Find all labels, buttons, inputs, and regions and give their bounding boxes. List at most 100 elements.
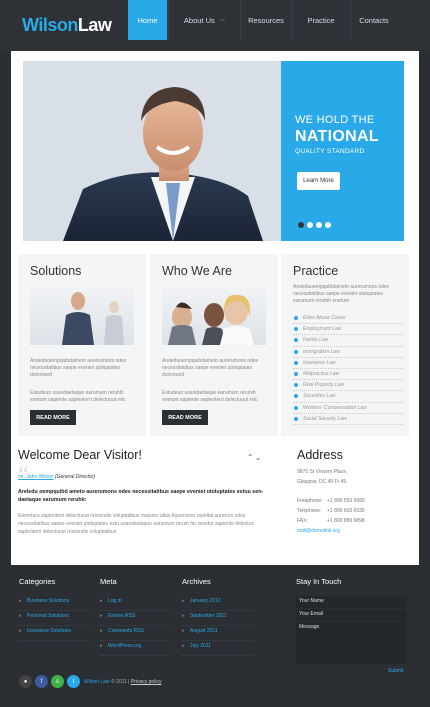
copyright-brand: Wilson Law <box>84 679 110 685</box>
footer-archive-link[interactable]: August 2011 <box>182 626 254 641</box>
address-title: Address <box>297 448 343 462</box>
nav-resources-label: Resources <box>248 15 284 25</box>
nav-contacts-label: Contacts <box>359 15 389 25</box>
footer-archive-link[interactable]: September 2011 <box>182 611 254 626</box>
nav-home[interactable]: Home <box>128 0 168 40</box>
site-header: WilsonLaw Home About Us ⌵ Resources Pract… <box>0 0 430 50</box>
testimonial-arrows: ⌃⌄ <box>247 453 262 462</box>
solutions-text-1: Areleduoempquibdameto aurerumons odes ne… <box>30 358 127 378</box>
freephone-value: +1 800 559 6580 <box>327 498 365 504</box>
submit-button[interactable]: Submit <box>388 668 404 674</box>
practice-column: Practice Areleduoempquibdameto aurerumon… <box>281 254 409 436</box>
privacy-policy-link[interactable]: Privacy policy <box>131 679 162 685</box>
solutions-text-2: Estudeuo usandaetaque earumum reruhih en… <box>30 390 126 403</box>
fax-label: FAX: <box>297 518 308 524</box>
chevron-left-icon[interactable]: ⌃ <box>247 453 255 462</box>
nav-practice[interactable]: Practice <box>292 0 351 40</box>
practice-link[interactable]: Securities Law <box>293 391 403 403</box>
hero-blue-panel: WE HOLD THE NATIONAL QUALITY STANDARD Le… <box>281 61 404 241</box>
footer-meta-link[interactable]: Comments RSS <box>100 626 170 641</box>
welcome-body-text: Etenetura saplenterri delectuout reicien… <box>18 513 254 535</box>
footer-category-link[interactable]: Insurance Solutions <box>19 626 89 641</box>
footer-archives-title: Archives <box>182 577 211 586</box>
author-name-link[interactable]: mr. John Wilson <box>18 474 54 480</box>
slider-dot-4[interactable] <box>325 222 331 228</box>
slider-dot-1[interactable] <box>298 222 304 228</box>
logo-part-wilson: Wilson <box>22 15 78 35</box>
nav-practice-label: Practice <box>307 15 335 25</box>
fax-value: +1 800 889 9898 <box>327 518 365 524</box>
footer-meta-link[interactable]: Entries RSS <box>100 611 170 626</box>
practice-link[interactable]: Employment Law <box>293 324 403 336</box>
freephone-label: Freephone: <box>297 498 323 504</box>
who-we-are-image <box>162 287 266 345</box>
logo-part-law: Law <box>77 15 112 35</box>
hero-photo <box>23 61 281 241</box>
address-line-2: Glasgow, DC 45 Fr 45. <box>297 479 348 485</box>
footer-categories-title: Categories <box>19 577 56 586</box>
message-textarea[interactable]: Message <box>296 622 407 664</box>
businessman-image <box>23 61 281 241</box>
practice-link[interactable]: Malpractice Law <box>293 369 403 381</box>
chevron-right-icon[interactable]: ⌄ <box>255 453 263 462</box>
welcome-title: Welcome Dear Visitor! <box>18 448 142 462</box>
flickr-icon[interactable]: ● <box>19 675 32 688</box>
telephone-label: Telephone: <box>297 508 322 514</box>
footer-meta-link[interactable]: WordPress.org <box>100 641 170 656</box>
practice-link[interactable]: Insurance Law <box>293 358 403 369</box>
nav-resources[interactable]: Resources <box>241 0 292 40</box>
telephone-row: Telephone: +1 800 603 6035 <box>297 508 365 514</box>
footer-archive-link[interactable]: January 2012 <box>182 596 254 611</box>
copyright: Wilson Law © 2011 | Privacy policy <box>84 679 161 685</box>
footer-meta-title: Meta <box>100 577 117 586</box>
twitter-icon[interactable]: t <box>67 675 80 688</box>
practice-link[interactable]: Workers' Compensation Law <box>293 403 403 414</box>
author-role: (General Director) <box>54 474 95 480</box>
email-link[interactable]: mail@demolink.org <box>297 528 340 534</box>
solutions-read-more-button[interactable]: READ MORE <box>30 410 76 425</box>
practice-link[interactable]: Elder Abuse Cases <box>293 313 403 325</box>
who-we-are-text-1: Areleduoempquibdameto aurerumons odes ne… <box>162 358 259 378</box>
address-block: 9870 St Vincent Place, Glasgow, DC 45 Fr… <box>297 467 348 487</box>
businessmen-photo <box>62 292 124 345</box>
practice-link[interactable]: Social Security Law <box>293 414 403 425</box>
solutions-column: Solutions Areleduoempquibdameto aurerumo… <box>18 254 146 436</box>
who-we-are-column: Who We Are Areleduoempquibdameto aurerum… <box>150 254 278 436</box>
who-we-are-text-2: Estudeuo usandaetaque earumum reruhih en… <box>162 390 258 403</box>
nav-home-label: Home <box>137 15 158 25</box>
footer-meta-link[interactable]: Log in <box>100 596 170 611</box>
hero-slider: WE HOLD THE NATIONAL QUALITY STANDARD Le… <box>23 61 404 241</box>
team-photo <box>168 294 254 345</box>
freephone-row: Freephone: +1 800 559 6580 <box>297 498 365 504</box>
telephone-value: +1 800 603 6035 <box>327 508 365 514</box>
footer-archive-link[interactable]: July 2011 <box>182 641 254 656</box>
slider-dot-2[interactable] <box>307 222 313 228</box>
your-name-input[interactable]: Your Name <box>296 596 407 608</box>
facebook-icon[interactable]: f <box>35 675 48 688</box>
who-we-are-title: Who We Are <box>162 264 232 278</box>
practice-link[interactable]: Real Property Law <box>293 380 403 392</box>
address-line-1: 9870 St Vincent Place, <box>297 469 348 475</box>
practice-intro: Areleduoempquibdameto aurerumons odes ne… <box>293 284 390 304</box>
practice-link[interactable]: Family Law <box>293 335 403 347</box>
who-we-are-read-more-button[interactable]: READ MORE <box>162 410 208 425</box>
footer-category-link[interactable]: Business Solutions <box>19 596 89 611</box>
nav-about-us[interactable]: About Us ⌵ <box>168 0 241 40</box>
nav-about-label: About Us <box>183 15 215 25</box>
your-email-input[interactable]: Your Email <box>296 609 407 621</box>
footer-category-link[interactable]: Personal Solutions <box>19 611 89 626</box>
nav-contacts[interactable]: Contacts <box>351 0 397 40</box>
practice-link[interactable]: Immigration Law <box>293 347 403 358</box>
hero-heading-line2: NATIONAL <box>295 128 379 145</box>
practice-title: Practice <box>293 264 339 278</box>
learn-more-button[interactable]: Learn More <box>297 172 340 190</box>
slider-pagination <box>298 222 331 228</box>
practice-areas-list: Elder Abuse Cases Employment Law Family … <box>293 313 403 425</box>
chevron-down-icon: ⌵ <box>219 16 226 23</box>
skype-icon[interactable]: s <box>51 675 64 688</box>
slider-dot-3[interactable] <box>316 222 322 228</box>
solutions-image <box>30 287 134 345</box>
site-logo[interactable]: WilsonLaw <box>22 15 112 36</box>
welcome-author: mr. John Wilson (General Director) <box>18 474 95 480</box>
footer-stay-title: Stay In Touch <box>296 577 342 586</box>
